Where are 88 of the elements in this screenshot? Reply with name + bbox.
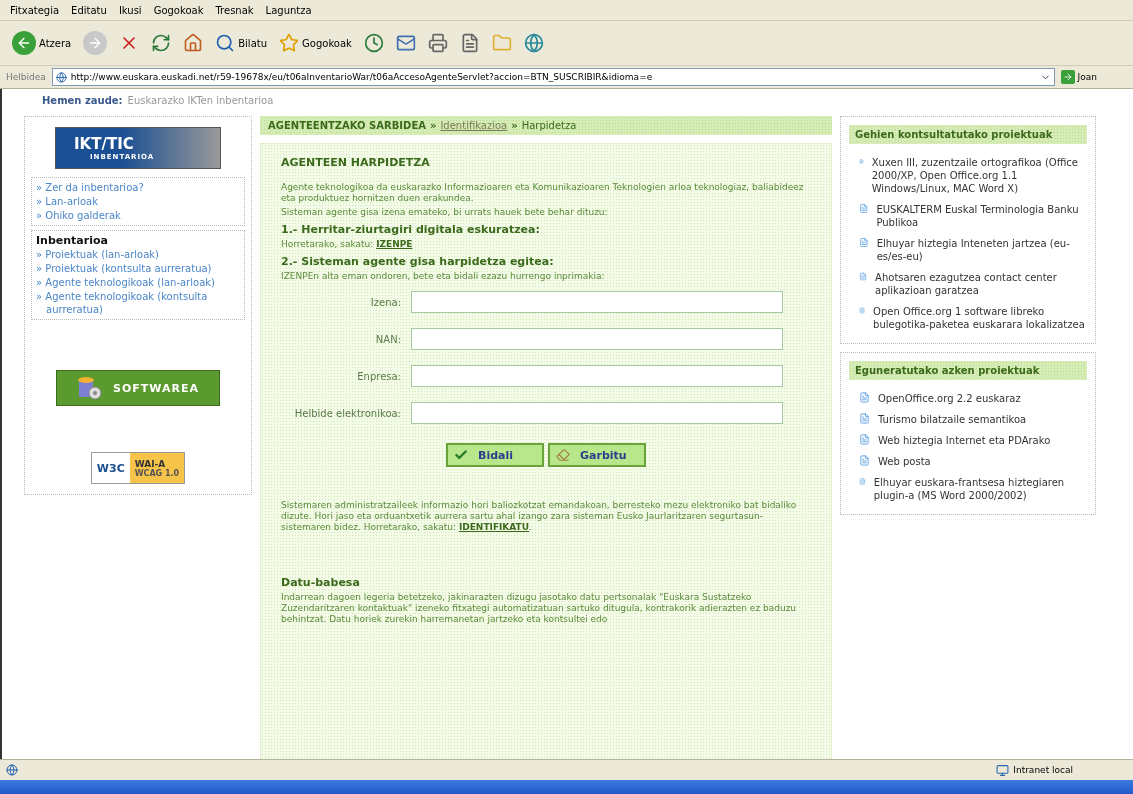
project-link[interactable]: EUSKALTERM Euskal Terminologia Banku Publikoa xyxy=(876,203,1087,229)
breadcrumb-item: AGENTEENTZAKO SARBIDEA xyxy=(268,120,426,131)
printer-icon xyxy=(427,33,448,53)
box-title: Gehien kontsultatutako proiektuak xyxy=(849,125,1087,144)
nav-link[interactable]: » Agente teknologikoak (kontsulta aurreratua) xyxy=(36,290,240,316)
document-icon xyxy=(859,156,864,167)
clear-button[interactable]: Garbitu xyxy=(548,443,646,467)
input-field[interactable] xyxy=(411,328,783,350)
search-button[interactable]: Bilatu xyxy=(213,33,270,53)
section-title: Inbentarioa xyxy=(36,234,109,247)
box-title: Eguneratutako azken proiektuak xyxy=(849,361,1087,380)
document-icon xyxy=(859,203,869,214)
nav-link[interactable]: » Proiektuak (kontsulta aurreratua) xyxy=(36,262,240,275)
nav-link[interactable]: » Lan-arloak xyxy=(36,195,240,208)
field-label: Izena: xyxy=(369,296,401,308)
location-label: Hemen zaude: xyxy=(42,95,123,106)
privacy-paragraph: Indarrean dagoen legeria betetzeko, jakinarazten dizugu jasotako datu pertsonalak "Euskara Sustatzeko Zuzendaritzaren kontaktuak" izeneko fitxategi automatizatuan sartuko ditugula, kontrakorik adierazten ez baduzu behintzat. Datu horiek zurekin harremanetan jartzeko eta kontsultei edo xyxy=(281,592,798,625)
project-link[interactable]: OpenOffice.org 2.2 euskaraz xyxy=(878,392,1021,405)
menu-item[interactable]: Editatu xyxy=(71,4,107,16)
nav-link[interactable]: » Zer da inbentarioa? xyxy=(36,181,240,194)
address-label: Helbidea xyxy=(6,72,46,82)
star-icon xyxy=(279,33,300,53)
go-button[interactable]: Joan xyxy=(1060,70,1127,84)
back-button[interactable]: Atzera xyxy=(10,31,74,55)
accessibility-badge: W3C WAI-A WCAG 1.0 xyxy=(90,452,186,484)
privacy-heading: Datu-babesa xyxy=(281,576,361,589)
document-icon xyxy=(859,455,870,466)
project-link[interactable]: Elhuyar hiztegia Inteneten jartzea (eu-es/es-eu) xyxy=(876,237,1087,263)
page-icon xyxy=(6,764,18,776)
breadcrumb-link[interactable]: Identifikazioa xyxy=(440,120,508,131)
favorites-button[interactable]: Gogokoak xyxy=(277,33,354,53)
project-link[interactable]: Web hiztegia Internet eta PDArako xyxy=(878,434,1051,447)
breadcrumb-separator: » xyxy=(511,120,518,131)
input-field[interactable] xyxy=(411,365,783,387)
breadcrumb-separator: » xyxy=(429,120,437,131)
nav-link[interactable]: » Ohiko galderak xyxy=(36,209,240,222)
project-link[interactable]: Ahotsaren ezagutzea contact center aplikazioan garatzea xyxy=(875,271,1087,297)
nav-link[interactable]: » Proiektuak (lan-arloak) xyxy=(36,248,240,261)
project-link[interactable]: Web posta xyxy=(878,455,931,468)
step-heading: 2.- Sisteman agente gisa harpidetza egitea: xyxy=(281,255,555,268)
field-label: Helbide elektronikoa: xyxy=(293,407,401,419)
breadcrumb-item: Harpidetza xyxy=(521,120,577,131)
izenpe-link[interactable]: IZENPE xyxy=(376,239,413,249)
document-icon xyxy=(859,305,866,316)
document-icon xyxy=(859,434,870,445)
page-heading: AGENTEEN HARPIDETZA xyxy=(281,156,431,169)
field-label: Enpresa: xyxy=(356,370,401,382)
home-icon xyxy=(183,33,204,53)
identify-link[interactable]: IDENTIFIKATU xyxy=(458,522,530,532)
zone-text: Intranet local xyxy=(1013,765,1073,775)
check-icon xyxy=(454,448,468,462)
globe-icon xyxy=(523,33,544,53)
intro-paragraph: Agente teknologikoa da euskarazko Informazioaren eta Komunikazioaren Teknologien arloa teknologiaz, baliabideez eta produktuez hornitzen duen erakundea. xyxy=(281,182,805,204)
project-link[interactable]: Elhuyar euskara-frantsesa hiztegiaren plugin-a (MS Word 2000/2002) xyxy=(873,476,1087,502)
document-icon xyxy=(859,271,868,282)
mail-icon xyxy=(395,33,416,53)
monitor-icon xyxy=(996,763,1010,777)
document-icon xyxy=(859,237,869,248)
menu-item[interactable]: Tresnak xyxy=(215,4,254,16)
menu-item[interactable]: Fitxategia xyxy=(10,4,60,16)
eraser-icon xyxy=(556,448,570,462)
page-icon xyxy=(55,71,67,83)
folder-icon xyxy=(491,33,512,53)
project-link[interactable]: Open Office.org 1 software libreko bulegotika-paketea euskarara lokalizatzea xyxy=(873,305,1087,331)
document-icon xyxy=(859,392,870,403)
menu-item[interactable]: Gogokoak xyxy=(153,4,204,16)
info-paragraph: Sistemaren administratzaileek informazio hori baliozkotzat emandakoan, berresteko mezu elektroniko bat bidaliko dizute. Hori jaso eta orduantxetik aurrera sartu ahal izango zara sisteman Eusko Jaurlaritzaren segurtasun-sistemaren bidez. Horretarako, sakatu: IDENTIFIKATU. xyxy=(281,500,798,533)
project-link[interactable]: Xuxen III, zuzentzaile ortografikoa (Office 2000/XP, Open Office.org 1.1 Windows/Linux, MAC Word X) xyxy=(871,156,1087,195)
field-label: NAN: xyxy=(374,333,401,345)
location-text: Euskarazko IKTen inbentarioa xyxy=(127,95,274,106)
step-heading: 1.- Herritar-ziurtagiri digitala eskuratzea: xyxy=(281,223,541,236)
project-link[interactable]: Turismo bilatzaile semantikoa xyxy=(878,413,1027,426)
menu-item[interactable]: Laguntza xyxy=(265,4,312,16)
send-button[interactable]: Bidali xyxy=(446,443,544,467)
address-field[interactable]: http://www.euskara.euskadi.net/r59-19678x/eu/t06aInventarioWar/t06aAccesoAgenteServlet?accion=BTN_SUSCRIBIR&idioma=e xyxy=(51,68,1055,86)
search-icon xyxy=(215,33,236,53)
menu-item[interactable]: Ikusi xyxy=(118,4,142,16)
document-icon xyxy=(859,476,866,487)
step-paragraph: IZENPEn alta eman ondoren, bete eta bidali ezazu hurrengo inprimakia: xyxy=(281,271,606,282)
nav-link[interactable]: » Agente teknologikoak (lan-arloak) xyxy=(36,276,240,289)
refresh-icon xyxy=(151,33,172,53)
software-box-icon xyxy=(77,375,103,401)
document-icon xyxy=(859,413,870,424)
intro-paragraph: Sisteman agente gisa izena emateko, bi urrats hauek bete behar dituzu: xyxy=(281,207,609,218)
input-field[interactable] xyxy=(411,291,783,313)
step-paragraph: Horretarako, sakatu: IZENPE xyxy=(281,239,414,250)
clock-icon xyxy=(363,33,384,53)
input-field[interactable] xyxy=(411,402,783,424)
